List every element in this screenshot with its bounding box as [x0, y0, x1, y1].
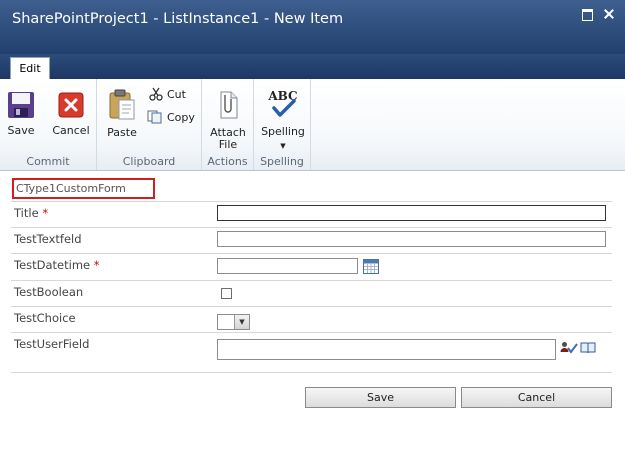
group-label-commit: Commit: [26, 155, 70, 168]
field-row-title: Title *: [11, 201, 612, 228]
scissors-icon: [149, 87, 163, 101]
cancel-button[interactable]: Cancel: [51, 91, 91, 137]
ribbon: Save Cancel Commit Paste Cut Copy Clipbo…: [0, 79, 625, 171]
form-divider: [11, 372, 612, 373]
required-marker: *: [42, 206, 49, 220]
ribbon-group-clipboard: Paste Cut Copy Clipboard: [97, 79, 202, 170]
attach-file-icon: [220, 91, 238, 119]
field-label-testdatetime: TestDatetime: [14, 258, 91, 272]
dialog-title-bar: SharePointProject1 - ListInstance1 - New…: [0, 0, 625, 54]
ribbon-group-spelling: ABC Spelling ▼ Spelling: [254, 79, 311, 170]
save-button[interactable]: Save: [6, 91, 36, 137]
form-cancel-button[interactable]: Cancel: [461, 387, 612, 408]
field-row-testboolean: TestBoolean: [11, 280, 612, 307]
copy-icon: [147, 110, 162, 124]
testdatetime-input[interactable]: [217, 258, 358, 274]
attach-file-button[interactable]: Attach File: [208, 89, 248, 151]
form-name: CType1CustomForm: [12, 178, 155, 199]
chevron-down-icon: ▼: [280, 142, 286, 150]
field-row-testtextfeld: TestTextfeld: [11, 227, 612, 254]
ribbon-group-actions: Attach File Actions: [202, 79, 254, 170]
field-label-testboolean: TestBoolean: [14, 285, 84, 299]
save-icon: [8, 92, 34, 118]
dialog-title: SharePointProject1 - ListInstance1 - New…: [12, 11, 344, 27]
chevron-down-icon[interactable]: ▼: [234, 315, 249, 329]
ribbon-tab-strip: Edit: [0, 54, 625, 79]
cut-button[interactable]: Cut: [149, 87, 186, 101]
testboolean-checkbox[interactable]: [221, 288, 232, 299]
spelling-button[interactable]: ABC Spelling ▼: [260, 88, 306, 152]
cancel-icon: [58, 92, 84, 118]
field-row-testdatetime: TestDatetime *: [11, 253, 612, 281]
field-label-testuserfield: TestUserField: [14, 337, 90, 351]
ribbon-group-commit: Save Cancel Commit: [0, 79, 97, 170]
group-label-clipboard: Clipboard: [122, 155, 176, 168]
required-marker: *: [93, 258, 100, 272]
tab-edit[interactable]: Edit: [10, 57, 50, 79]
field-row-testuserfield: TestUserField: [11, 332, 612, 373]
maximize-icon[interactable]: [579, 7, 595, 21]
group-label-actions: Actions: [207, 155, 248, 168]
paste-icon: [109, 89, 135, 120]
testuserfield-input[interactable]: [217, 339, 556, 360]
field-label-title: Title: [14, 206, 39, 220]
title-input[interactable]: [217, 205, 606, 221]
calendar-icon[interactable]: [363, 259, 379, 274]
spelling-check-icon: ABC: [267, 89, 298, 117]
field-label-testchoice: TestChoice: [14, 311, 76, 325]
field-row-testchoice: TestChoice ▼: [11, 306, 612, 333]
paste-button[interactable]: Paste: [105, 89, 139, 139]
form-save-button[interactable]: Save: [305, 387, 456, 408]
group-label-spelling: Spelling: [260, 155, 304, 168]
address-book-icon[interactable]: [580, 342, 596, 354]
testtextfeld-input[interactable]: [217, 231, 606, 247]
close-icon[interactable]: [601, 7, 617, 21]
field-label-testtextfeld: TestTextfeld: [14, 232, 82, 246]
testchoice-select[interactable]: ▼: [217, 314, 250, 330]
copy-button[interactable]: Copy: [147, 110, 195, 124]
check-names-icon[interactable]: [560, 341, 578, 355]
